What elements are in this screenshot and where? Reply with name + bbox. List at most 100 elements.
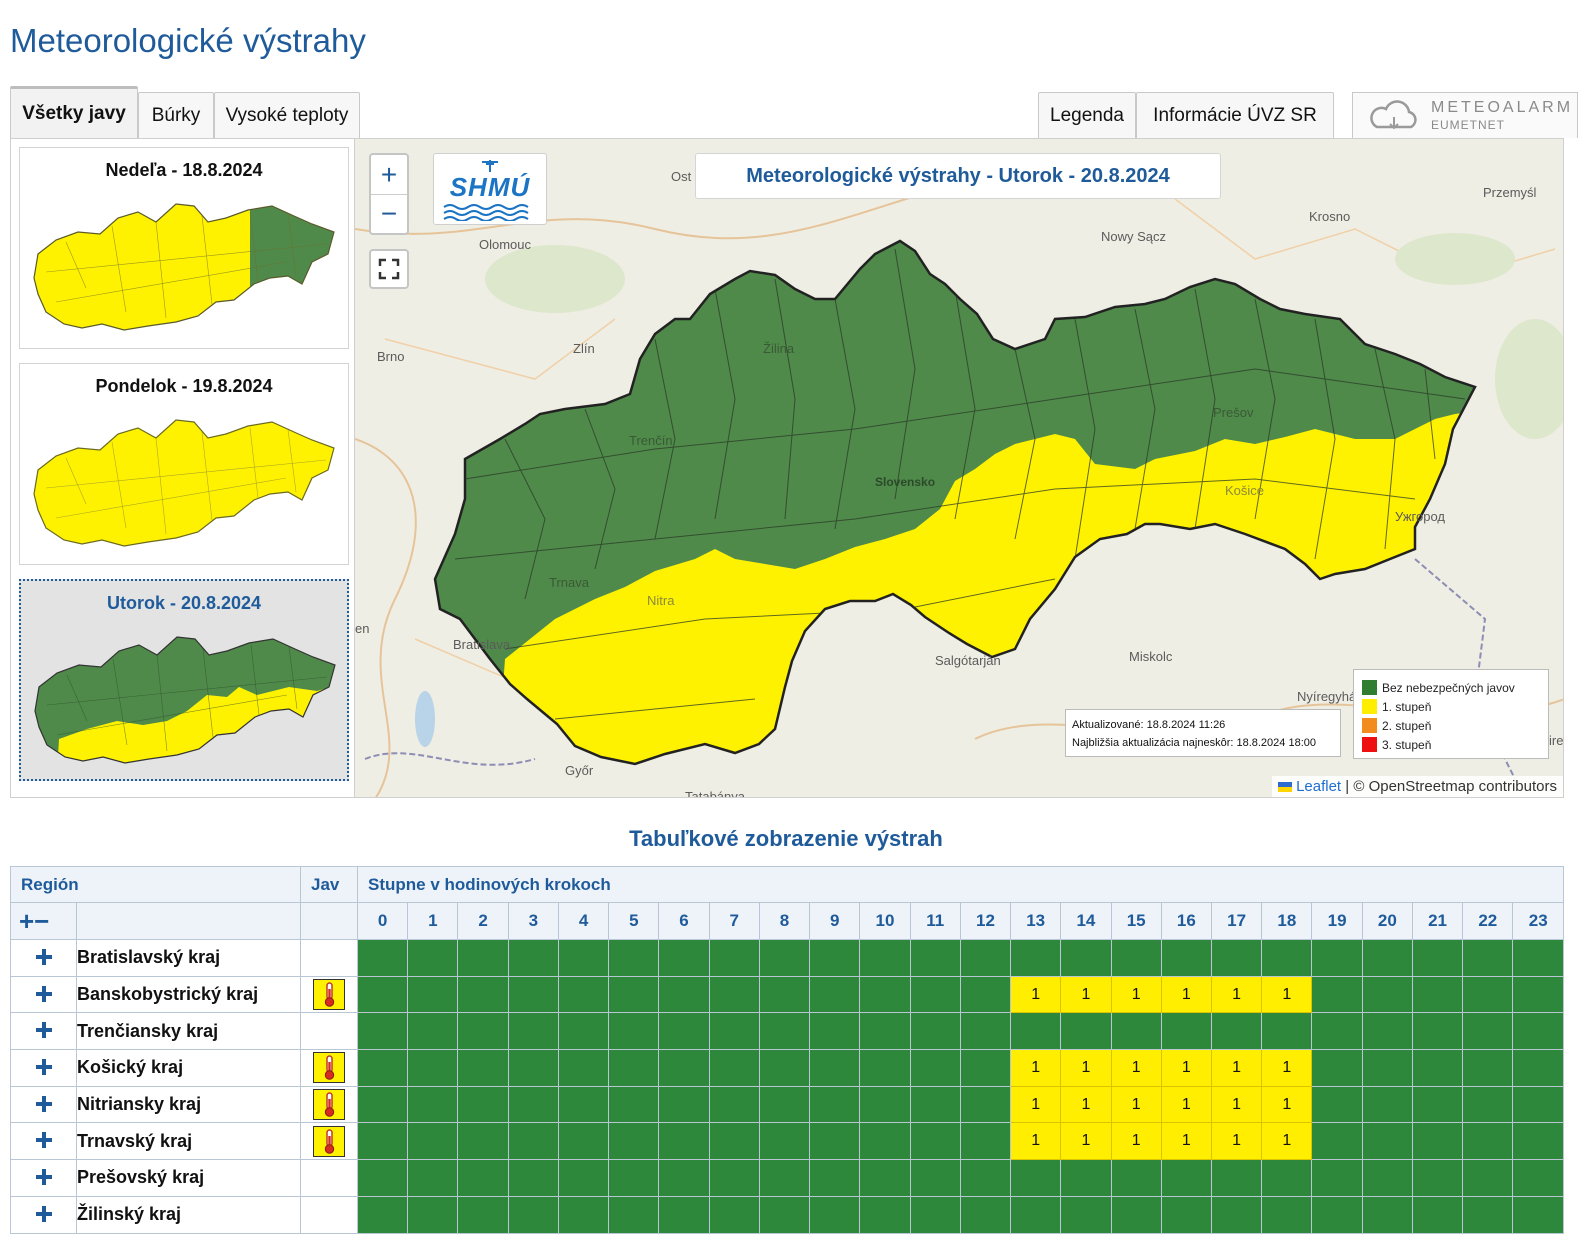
- hour-level-cell: [1311, 1122, 1363, 1161]
- expand-region-button[interactable]: [10, 939, 77, 977]
- last-updated: Aktualizované: 18.8.2024 11:26: [1072, 719, 1226, 731]
- fullscreen-button[interactable]: [369, 249, 409, 289]
- region-name: Košický kraj: [75, 1049, 302, 1087]
- hour-level-cell: [1462, 1195, 1514, 1234]
- ukraine-flag-icon: [1277, 782, 1292, 793]
- hour-level-cell: [608, 975, 660, 1014]
- hour-level-cell: [1311, 1012, 1363, 1051]
- zoom-out-button[interactable]: −: [371, 194, 407, 233]
- map-town-label: Bratislava: [453, 637, 511, 652]
- expand-region-button[interactable]: [10, 1085, 77, 1124]
- hour-level-cell: [457, 1049, 509, 1087]
- hour-level-cell: [758, 975, 811, 1014]
- table-row: Nitriansky kraj 1 1 1 1 1 1: [10, 1085, 1564, 1124]
- map-town-label: Przemyśl: [1483, 185, 1537, 200]
- hour-level-cell: [557, 1159, 610, 1197]
- hour-level-cell: [909, 1122, 961, 1161]
- meteoalarm-sub: EUMETNET: [1431, 118, 1505, 132]
- table-row: Bratislavský kraj: [10, 939, 1564, 977]
- hour-level-cell: [1512, 975, 1564, 1014]
- hour-level-cell: [1311, 939, 1363, 977]
- tab-uvz-info[interactable]: Informácie ÚVZ SR: [1136, 92, 1334, 138]
- hour-level-cell: [859, 1049, 911, 1087]
- hour-level-cell: [1512, 1159, 1564, 1197]
- hour-level-cell: [1512, 1012, 1564, 1051]
- hour-header: 1: [407, 902, 459, 940]
- region-name: Trenčiansky kraj: [75, 1012, 302, 1051]
- hour-level-cell: 1: [1210, 1049, 1263, 1087]
- map-town-label: Trenčín: [629, 433, 673, 448]
- hour-level-cell: [1210, 1159, 1263, 1197]
- map-town-label: Košice: [1225, 483, 1265, 498]
- hour-header: 4: [557, 902, 610, 940]
- hour-level-cell: [557, 1085, 610, 1124]
- hour-level-cell: [1462, 1049, 1514, 1087]
- hour-level-cell: [1411, 1012, 1464, 1051]
- hour-level-cell: [1411, 1122, 1464, 1161]
- hour-header: 16: [1160, 902, 1213, 940]
- day-card-tuesday[interactable]: Utorok - 20.8.2024: [19, 579, 349, 781]
- tab-high-temperatures[interactable]: Vysoké teploty: [214, 92, 360, 138]
- thermometer-icon[interactable]: [313, 1125, 346, 1157]
- hour-level-cell: [608, 1122, 660, 1161]
- expand-collapse-all[interactable]: +−: [10, 902, 77, 940]
- day-card-sunday[interactable]: Nedeľa - 18.8.2024: [19, 147, 349, 349]
- warnings-map[interactable]: Ost Olomouc Nowy Sącz Krosno Przemyśl Br…: [354, 138, 1564, 798]
- expand-region-button[interactable]: [10, 1195, 77, 1234]
- tab-legend[interactable]: Legenda: [1038, 92, 1136, 138]
- thermometer-icon[interactable]: [313, 1052, 346, 1084]
- region-name: Žilinský kraj: [75, 1195, 302, 1234]
- hour-level-cell: [658, 975, 710, 1014]
- hour-level-cell: [608, 1049, 660, 1087]
- hour-level-cell: [909, 939, 961, 977]
- hour-level-cell: [1311, 975, 1363, 1014]
- hour-header: 11: [909, 902, 961, 940]
- jav-header: Jav: [300, 866, 359, 903]
- hour-level-cell: 1: [1210, 1085, 1263, 1124]
- hour-level-cell: [357, 939, 409, 977]
- hour-level-cell: 1: [1060, 1049, 1112, 1087]
- attribution-separator: |: [1341, 778, 1354, 795]
- expand-region-button[interactable]: [10, 1012, 77, 1051]
- hour-header: 17: [1210, 902, 1263, 940]
- map-town-label: Győr: [565, 763, 594, 778]
- meteoalarm-link[interactable]: METEOALARM EUMETNET: [1352, 92, 1578, 138]
- hour-level-cell: [507, 1159, 559, 1197]
- expand-region-button[interactable]: [10, 1122, 77, 1161]
- hour-header: 23: [1512, 902, 1564, 940]
- next-update: Najbližšia aktualizácia najneskôr: 18.8.…: [1072, 737, 1316, 749]
- hour-level-cell: [708, 1049, 760, 1087]
- leaflet-link[interactable]: Leaflet: [1296, 778, 1341, 795]
- map-town-label: Salgótarján: [935, 653, 1001, 668]
- warnings-table: Región Jav Stupne v hodinových krokoch +…: [9, 866, 1564, 1234]
- hour-level-cell: [1462, 975, 1514, 1014]
- thermometer-icon[interactable]: [313, 1089, 346, 1121]
- hour-level-cell: [1261, 1159, 1313, 1197]
- phenomenon-cell: [300, 1122, 359, 1161]
- hour-level-cell: [407, 975, 459, 1014]
- tab-storms[interactable]: Búrky: [138, 92, 214, 138]
- hour-level-cell: 1: [1010, 1122, 1062, 1161]
- hour-level-cell: [758, 939, 811, 977]
- map-town-label: ire: [1549, 733, 1564, 748]
- hour-level-cell: [1462, 1159, 1514, 1197]
- hour-level-cell: [708, 1195, 760, 1234]
- day-card-monday[interactable]: Pondelok - 19.8.2024: [19, 363, 349, 565]
- table-title: Tabuľkové zobrazenie výstrah: [629, 826, 943, 851]
- region-name: Banskobystrický kraj: [75, 975, 302, 1014]
- expand-region-button[interactable]: [10, 1159, 77, 1197]
- hour-level-cell: [909, 1049, 961, 1087]
- tab-all-phenomena[interactable]: Všetky javy: [10, 86, 138, 138]
- hour-level-cell: [758, 1012, 811, 1051]
- hour-level-cell: [1512, 1085, 1564, 1124]
- expand-region-button[interactable]: [10, 1049, 77, 1087]
- hour-level-cell: [1311, 1195, 1363, 1234]
- hour-level-cell: 1: [1060, 1122, 1112, 1161]
- zoom-in-button[interactable]: +: [371, 155, 407, 194]
- thermometer-icon[interactable]: [313, 979, 346, 1011]
- osm-attribution: © OpenStreetmap contributors: [1353, 778, 1557, 795]
- phenomenon-cell: [300, 975, 359, 1014]
- hour-level-cell: [407, 1159, 459, 1197]
- expand-region-button[interactable]: [10, 975, 77, 1014]
- map-town-label: Nitra: [647, 593, 675, 608]
